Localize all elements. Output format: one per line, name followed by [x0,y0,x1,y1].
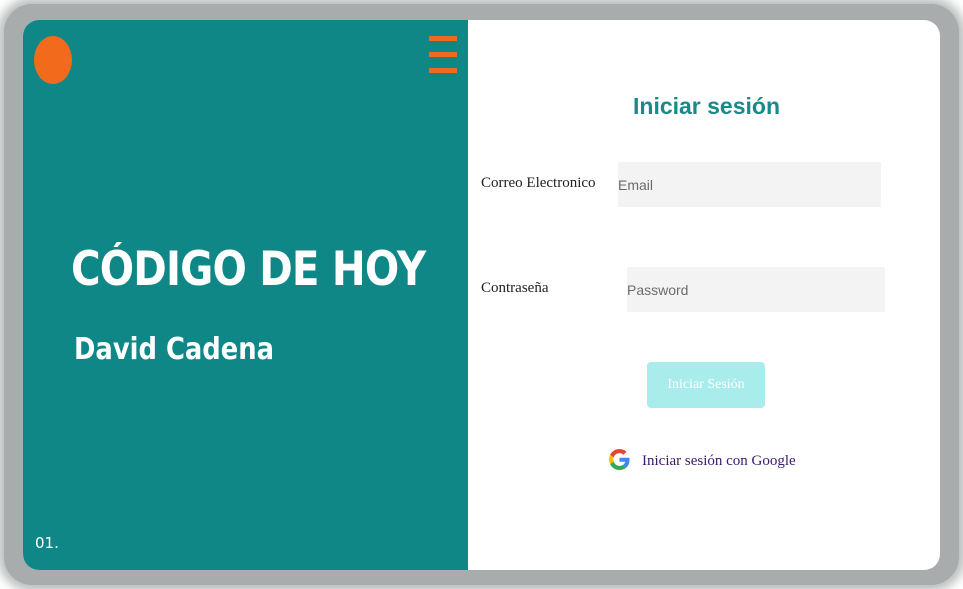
brand-title: CÓDIGO DE HOY [71,242,426,297]
menu-bar [429,52,457,57]
email-label: Correo Electronico [481,175,596,191]
brand-panel: CÓDIGO DE HOY David Cadena 01. [23,20,468,570]
google-login-label: Iniciar sesión con Google [642,453,796,469]
brand-author: David Cadena [74,332,275,367]
menu-bar [429,36,457,41]
google-icon [609,448,630,470]
logo-icon [34,36,72,84]
menu-bar [429,68,457,73]
password-label: Contraseña [481,280,549,296]
form-title: Iniciar sesión [633,93,781,119]
slide-number: 01. [35,534,59,552]
hamburger-menu-icon[interactable] [429,35,458,77]
password-field[interactable] [627,267,885,312]
email-field[interactable] [618,162,881,207]
google-login-link[interactable]: Iniciar sesión con Google [609,447,796,471]
login-button[interactable]: Iniciar Sesión [647,362,765,408]
login-card: CÓDIGO DE HOY David Cadena 01. Iniciar s… [23,20,940,570]
